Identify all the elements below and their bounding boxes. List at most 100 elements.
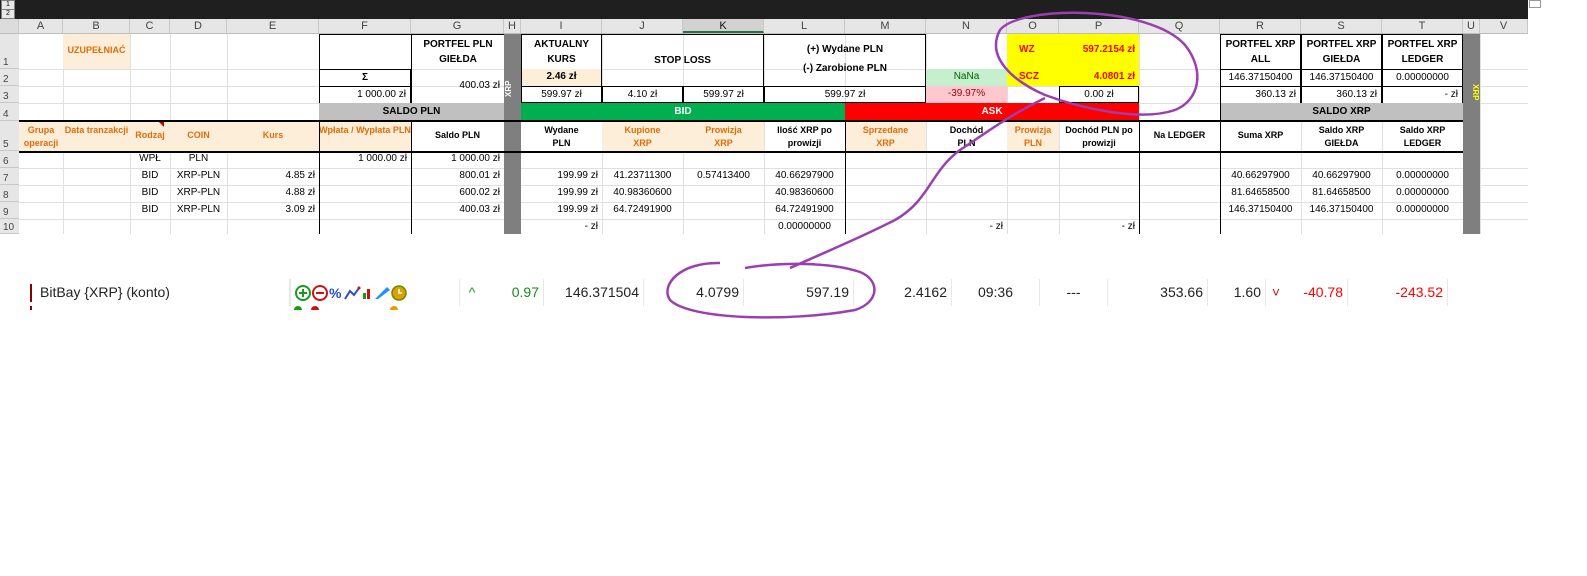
header-suma-xrp[interactable]: Suma XRP xyxy=(1220,122,1301,151)
header-grupa-operacji[interactable]: Grupa operacji xyxy=(19,122,63,151)
cell-c6[interactable]: WPŁ xyxy=(130,151,170,168)
total-deposit-cell[interactable]: 1 000.00 zł xyxy=(319,86,411,104)
percent-change-cell[interactable]: -39.97% xyxy=(926,86,1007,103)
row-header-3[interactable]: 3 xyxy=(0,86,19,103)
cell-i6[interactable] xyxy=(521,151,602,168)
header-coin[interactable]: COIN xyxy=(170,122,227,151)
sigma-cell[interactable]: Σ xyxy=(319,69,411,87)
cell-g8[interactable]: 600.02 zł xyxy=(411,185,504,202)
row-header-8[interactable]: 8 xyxy=(0,185,19,202)
cell-r10[interactable] xyxy=(1220,219,1301,236)
cell-d9[interactable]: XRP-PLN xyxy=(170,202,227,219)
column-header-l[interactable]: L xyxy=(764,19,845,33)
portfel-pln-value[interactable]: 400.03 zł xyxy=(411,69,504,103)
column-header-b[interactable]: B xyxy=(63,19,130,33)
outline-level-2-button[interactable]: 2 xyxy=(1,9,15,19)
xrp-ledger-amount[interactable]: 0.00000000 xyxy=(1382,69,1463,87)
nana-cell[interactable]: NaNa xyxy=(926,69,1007,86)
pencil-icon[interactable] xyxy=(375,287,390,300)
cell-r9[interactable]: 146.37150400 xyxy=(1220,202,1301,219)
aktualny-kurs-header[interactable]: AKTUALNY KURS xyxy=(521,34,602,69)
header-wydane-pln[interactable]: Wydane PLN xyxy=(521,122,602,151)
row-header-7[interactable]: 7 xyxy=(0,168,19,185)
cell-i9[interactable]: 199.99 zł xyxy=(521,202,602,219)
cell-e9[interactable]: 3.09 zł xyxy=(227,202,319,219)
xrp-gielda-value[interactable]: 360.13 zł xyxy=(1301,86,1382,104)
cell-d7[interactable]: XRP-PLN xyxy=(170,168,227,185)
header-na-ledger[interactable]: Na LEDGER xyxy=(1139,122,1220,151)
cell-r6[interactable] xyxy=(1220,151,1301,168)
column-header-f[interactable]: F xyxy=(319,19,411,33)
cell-n8[interactable] xyxy=(926,185,1007,202)
cell-g6[interactable]: 1 000.00 zł xyxy=(411,151,504,168)
percent-icon[interactable]: % xyxy=(329,285,342,301)
cell-t9[interactable]: 0.00000000 xyxy=(1382,202,1463,219)
header-sprzedane-xrp[interactable]: Sprzedane XRP xyxy=(845,122,926,151)
bar-chart-icon[interactable] xyxy=(363,289,370,300)
header-kurs[interactable]: Kurs xyxy=(227,122,319,151)
column-header-g[interactable]: G xyxy=(411,19,504,33)
wz-value[interactable]: 597.2154 zł xyxy=(1059,44,1139,60)
cell-c8[interactable]: BID xyxy=(130,185,170,202)
header-ilosc-xrp[interactable]: Ilość XRP po prowizji xyxy=(764,122,845,151)
column-header-k[interactable]: K xyxy=(683,19,764,33)
cell-i7[interactable]: 199.99 zł xyxy=(521,168,602,185)
ticker-name[interactable]: BitBay {XRP} (konto) xyxy=(40,279,290,306)
cell-f9[interactable] xyxy=(319,202,411,219)
minus-circle-icon[interactable] xyxy=(312,285,328,302)
header-saldo-xrp-gielda[interactable]: Saldo XRP GIEŁDA xyxy=(1301,122,1382,151)
clock-icon[interactable] xyxy=(391,285,407,302)
cell-n6[interactable] xyxy=(926,151,1007,168)
row-header-5[interactable]: 5 xyxy=(0,121,19,151)
cell-s7[interactable]: 40.66297900 xyxy=(1301,168,1382,185)
xrp-gielda-amount[interactable]: 146.37150400 xyxy=(1301,69,1382,87)
header-saldo-pln[interactable]: Saldo PLN xyxy=(411,122,504,151)
row-header-10[interactable]: 10 xyxy=(0,219,19,234)
cell-s9[interactable]: 146.37150400 xyxy=(1301,202,1382,219)
column-header-c[interactable]: C xyxy=(130,19,170,33)
cell-f10[interactable] xyxy=(319,219,411,236)
cell-l8[interactable]: 40.98360600 xyxy=(764,185,845,202)
cell-p10[interactable]: - zł xyxy=(1059,219,1139,236)
header-prowizja-xrp[interactable]: Prowizja XRP xyxy=(683,122,764,151)
header-rodzaj[interactable]: Rodzaj xyxy=(130,122,170,151)
header-dochod-pln[interactable]: Dochód PLN xyxy=(926,122,1007,151)
portfel-pln-header[interactable]: PORTFEL PLN GIEŁDA xyxy=(411,34,504,69)
row-header-9[interactable]: 9 xyxy=(0,202,19,219)
select-all-corner[interactable] xyxy=(0,19,19,33)
column-header-h[interactable]: H xyxy=(504,19,521,33)
cell-j9[interactable]: 64.72491900 xyxy=(602,202,683,219)
column-header-s[interactable]: S xyxy=(1301,19,1382,33)
header-dochod-pln-po-prowizji[interactable]: Dochód PLN po prowizji xyxy=(1059,122,1139,151)
cell-f6[interactable]: 1 000.00 zł xyxy=(319,151,411,168)
cell-k8[interactable] xyxy=(683,185,764,202)
cell-t7[interactable]: 0.00000000 xyxy=(1382,168,1463,185)
header-data-tranzakcji[interactable]: Data tranzakcji xyxy=(63,122,130,151)
spent-earned-cell[interactable]: 599.97 zł xyxy=(764,86,926,103)
xrp-all-amount[interactable]: 146.37150400 xyxy=(1220,69,1301,87)
cell-p9[interactable] xyxy=(1059,202,1139,219)
header-prowizja-pln[interactable]: Prowizja PLN xyxy=(1007,122,1059,151)
cell-g7[interactable]: 800.01 zł xyxy=(411,168,504,185)
portfel-xrp-gielda-header[interactable]: PORTFEL XRP GIEŁDA xyxy=(1301,34,1382,69)
column-header-n[interactable]: N xyxy=(926,19,1007,33)
current-value-cell[interactable]: 599.97 zł xyxy=(521,86,602,103)
column-header-q[interactable]: Q xyxy=(1139,19,1220,33)
portfel-xrp-all-header[interactable]: PORTFEL XRP ALL xyxy=(1220,34,1301,69)
cell-d8[interactable]: XRP-PLN xyxy=(170,185,227,202)
cell-l10[interactable]: 0.00000000 xyxy=(764,219,845,236)
row-header-4[interactable]: 4 xyxy=(0,103,19,121)
row-header-1[interactable]: 1 xyxy=(0,34,19,69)
column-header-m[interactable]: M xyxy=(845,19,926,33)
column-header-v[interactable]: V xyxy=(1480,19,1528,33)
column-header-a[interactable]: A xyxy=(19,19,63,33)
cell-l7[interactable]: 40.66297900 xyxy=(764,168,845,185)
column-header-r[interactable]: R xyxy=(1220,19,1301,33)
header-saldo-xrp-ledger[interactable]: Saldo XRP LEDGER xyxy=(1382,122,1463,151)
cell-l6[interactable] xyxy=(764,151,845,168)
cell-j10[interactable] xyxy=(602,219,683,236)
window-control[interactable] xyxy=(1529,0,1541,8)
cell-j7[interactable]: 41.23711300 xyxy=(602,168,683,185)
cell-d6[interactable]: PLN xyxy=(170,151,227,168)
stop-loss-rate-cell[interactable]: 4.10 zł xyxy=(602,86,683,103)
